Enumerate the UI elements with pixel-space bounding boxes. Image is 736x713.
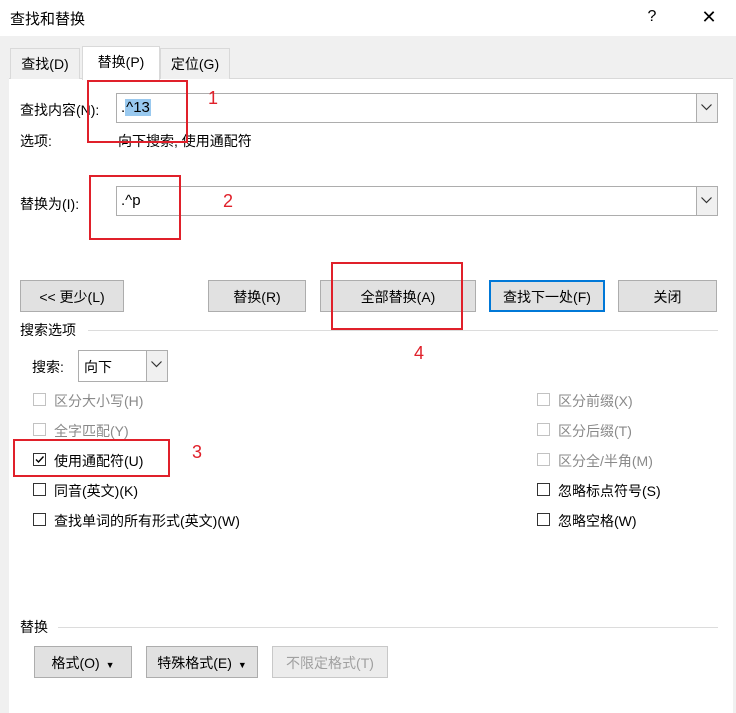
divider — [88, 330, 718, 331]
suffix-label: 区分后缀(T) — [558, 423, 632, 439]
chevron-down-icon — [151, 361, 162, 368]
annotation-number-3: 3 — [192, 442, 203, 462]
annotation-number-4: 4 — [414, 343, 425, 363]
ignore-space-label: 忽略空格(W) — [558, 513, 637, 529]
match-case-label: 区分大小写(H) — [54, 393, 144, 409]
prefix-label: 区分前缀(X) — [558, 393, 633, 409]
close-button[interactable]: 关闭 — [618, 280, 717, 312]
tab-find[interactable]: 查找(D) — [10, 48, 80, 79]
ignore-space-checkbox[interactable] — [537, 513, 550, 526]
tab-goto[interactable]: 定位(G) — [160, 48, 230, 79]
caret-down-icon: ▼ — [237, 660, 247, 670]
whole-word-label: 全字匹配(Y) — [54, 423, 129, 439]
annotation-number-1: 1 — [208, 88, 219, 108]
prefix-checkbox[interactable] — [537, 393, 550, 406]
replace-label: 替换为(I): — [20, 196, 80, 212]
tab-replace[interactable]: 替换(P) — [82, 46, 160, 80]
divider — [58, 627, 718, 628]
chevron-down-icon — [701, 104, 712, 111]
caret-down-icon: ▼ — [105, 660, 115, 670]
find-dropdown-button[interactable] — [696, 94, 717, 122]
search-options-header: 搜索选项 — [20, 322, 76, 338]
whole-word-checkbox[interactable] — [33, 423, 46, 436]
options-label: 选项: — [20, 133, 52, 149]
search-direction-select[interactable]: 向下 — [78, 350, 168, 382]
annotation-box-2 — [89, 175, 181, 240]
sounds-like-checkbox[interactable] — [33, 483, 46, 496]
annotation-number-2: 2 — [223, 191, 234, 211]
annotation-box-4 — [331, 262, 463, 330]
help-button[interactable]: ? — [640, 4, 664, 30]
special-format-label: 特殊格式(E) — [157, 655, 232, 671]
annotation-box-1 — [87, 80, 188, 143]
direction-dropdown-button[interactable] — [146, 351, 167, 381]
ignore-punct-checkbox[interactable] — [537, 483, 550, 496]
less-button[interactable]: << 更少(L) — [20, 280, 124, 312]
suffix-checkbox[interactable] — [537, 423, 550, 436]
replace-dropdown-button[interactable] — [696, 187, 717, 215]
title-bar — [0, 0, 736, 36]
find-next-button[interactable]: 查找下一处(F) — [489, 280, 605, 312]
search-direction-value: 向下 — [84, 359, 112, 375]
format-button-label: 格式(O) — [51, 655, 100, 671]
dialog-title: 查找和替换 — [10, 11, 86, 28]
sounds-like-label: 同音(英文)(K) — [54, 483, 138, 499]
full-half-checkbox[interactable] — [537, 453, 550, 466]
replace-button[interactable]: 替换(R) — [208, 280, 306, 312]
chevron-down-icon — [701, 197, 712, 204]
find-input[interactable]: .^13 — [116, 93, 718, 123]
full-half-label: 区分全/半角(M) — [558, 453, 653, 469]
all-forms-checkbox[interactable] — [33, 513, 46, 526]
replace-input[interactable]: .^p — [116, 186, 718, 216]
match-case-checkbox[interactable] — [33, 393, 46, 406]
special-format-button[interactable]: 特殊格式(E) ▼ — [146, 646, 258, 678]
annotation-box-3 — [13, 439, 170, 477]
close-icon[interactable]: ✕ — [697, 4, 721, 30]
all-forms-label: 查找单词的所有形式(英文)(W) — [54, 513, 240, 529]
format-button[interactable]: 格式(O) ▼ — [34, 646, 132, 678]
search-direction-label: 搜索: — [32, 359, 64, 375]
replace-section-header: 替换 — [20, 619, 48, 635]
no-format-button[interactable]: 不限定格式(T) — [272, 646, 388, 678]
ignore-punct-label: 忽略标点符号(S) — [558, 483, 661, 499]
